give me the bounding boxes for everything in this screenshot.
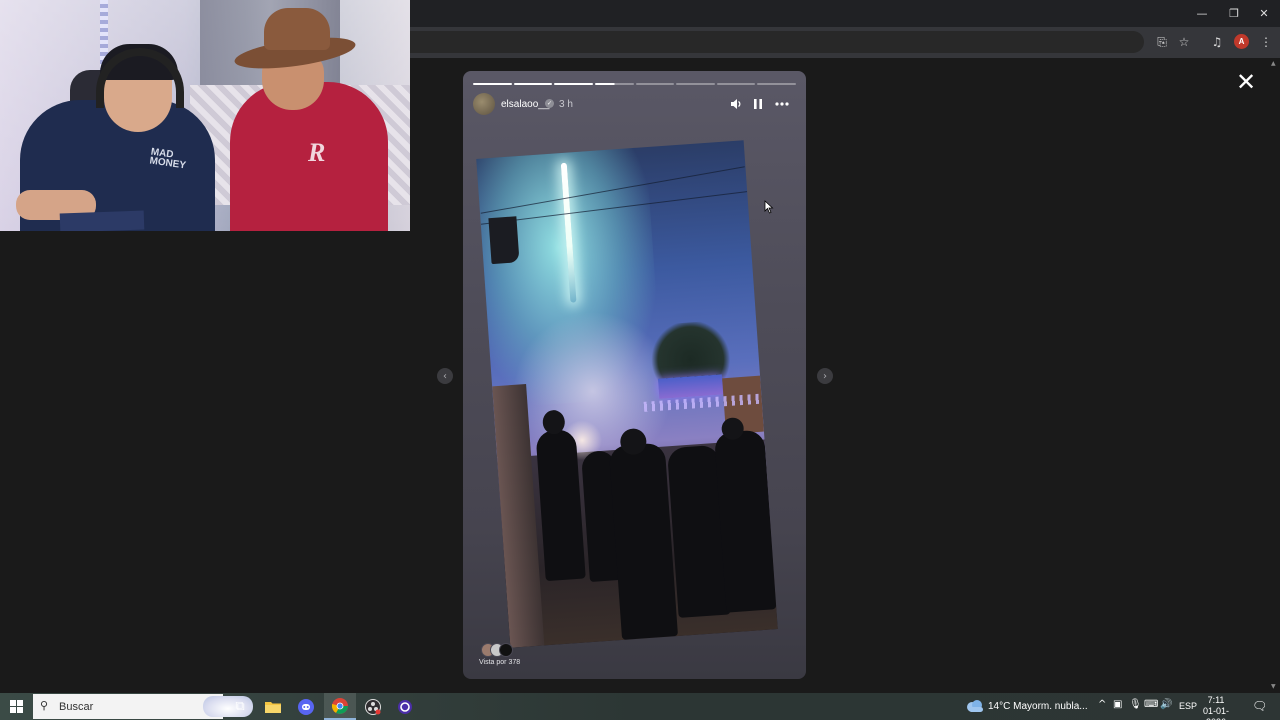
close-story-button[interactable]: ✕ — [1234, 70, 1258, 94]
views-count[interactable]: Vista por 378 — [479, 659, 520, 666]
start-button[interactable] — [0, 693, 32, 720]
task-view-icon[interactable]: ⧉ — [224, 693, 256, 720]
install-app-icon[interactable]: ⎘ — [1152, 32, 1172, 52]
previous-story-button[interactable]: ‹ — [437, 368, 453, 384]
progress-segment — [716, 83, 756, 85]
media-control-icon[interactable]: ♫ — [1207, 32, 1227, 52]
tray-app-icon[interactable]: ▣ — [1113, 699, 1122, 710]
circle-app-icon[interactable] — [389, 693, 421, 720]
viewer-avatar — [499, 643, 513, 657]
story-photo — [476, 140, 778, 648]
pause-icon[interactable] — [749, 95, 767, 113]
notifications-icon[interactable]: 🗨 — [1252, 699, 1267, 713]
story-timestamp: 3 h — [559, 99, 573, 110]
progress-segment — [513, 83, 553, 85]
story-progress-bar — [473, 83, 796, 85]
progress-segment — [554, 83, 593, 85]
more-options-icon[interactable] — [773, 95, 791, 113]
chrome-icon[interactable] — [324, 693, 356, 720]
profile-avatar[interactable]: A — [1234, 34, 1249, 49]
scrollbar-up-arrow[interactable]: ▲ — [1271, 60, 1280, 68]
discord-icon[interactable] — [290, 693, 322, 720]
microphone-icon[interactable]: 🎙 — [1129, 699, 1142, 710]
story-card[interactable]: elsalaoo__ ✓ 3 h Vista por 378 — [463, 71, 806, 679]
windows-taskbar: ⚲ Buscar ⧉ 14°C Mayorm. nubla... ^ ▣ 🎙 ⌨… — [0, 693, 1280, 720]
progress-segment — [635, 83, 675, 85]
bookmark-star-icon[interactable]: ☆ — [1174, 32, 1194, 52]
weather-text[interactable]: 14°C Mayorm. nubla... — [988, 701, 1088, 712]
story-user-avatar[interactable] — [473, 93, 495, 115]
obs-icon[interactable] — [357, 693, 389, 720]
hoodie-logo-right: R — [308, 138, 326, 167]
progress-segment — [473, 83, 512, 85]
windows-logo-icon — [9, 700, 23, 713]
search-icon: ⚲ — [40, 699, 49, 712]
minimize-button[interactable]: — — [1186, 0, 1218, 27]
story-username[interactable]: elsalaoo__ — [501, 99, 549, 110]
scrollbar-down-arrow[interactable]: ▼ — [1271, 683, 1280, 691]
hoodie-logo-left: MAD MONEY — [148, 146, 187, 172]
language-indicator[interactable]: ESP — [1179, 701, 1197, 711]
taskbar-clock[interactable]: 7:11 01-01-2026 — [1196, 695, 1236, 720]
webcam-phone — [59, 210, 145, 231]
viewer-avatars[interactable] — [481, 643, 517, 657]
progress-segment — [676, 83, 715, 85]
stage-lights — [658, 374, 724, 399]
volume-icon[interactable]: 🔊 — [1160, 699, 1172, 710]
sound-on-icon[interactable] — [727, 95, 745, 113]
dark-foliage — [488, 216, 520, 265]
clock-time: 7:11 — [1207, 695, 1225, 705]
network-icon[interactable]: ⌨ — [1144, 699, 1158, 710]
weather-cloud-icon — [967, 700, 983, 712]
screen: — ❐ ✕ ⎘ ☆ ♫ A ⋮ MAD MONEY R ✕ ‹ › elsalao… — [0, 0, 1280, 720]
webcam-overlay: MAD MONEY R — [0, 0, 410, 231]
progress-segment — [757, 83, 796, 85]
tray-overflow-chevron-icon[interactable]: ^ — [1098, 699, 1106, 710]
cowboy-hat-crown — [264, 8, 330, 50]
search-placeholder: Buscar — [59, 701, 94, 713]
mouse-cursor-icon — [764, 200, 774, 214]
taskbar-search[interactable]: ⚲ Buscar — [33, 694, 253, 719]
next-story-button[interactable]: › — [817, 368, 833, 384]
close-window-button[interactable]: ✕ — [1248, 0, 1280, 27]
verified-badge-icon: ✓ — [545, 99, 554, 108]
progress-segment — [594, 83, 634, 85]
restore-button[interactable]: ❐ — [1218, 0, 1250, 27]
clock-date: 01-01-2026 — [1202, 706, 1229, 720]
menu-kebab-icon[interactable]: ⋮ — [1256, 32, 1276, 52]
file-explorer-icon[interactable] — [257, 693, 289, 720]
